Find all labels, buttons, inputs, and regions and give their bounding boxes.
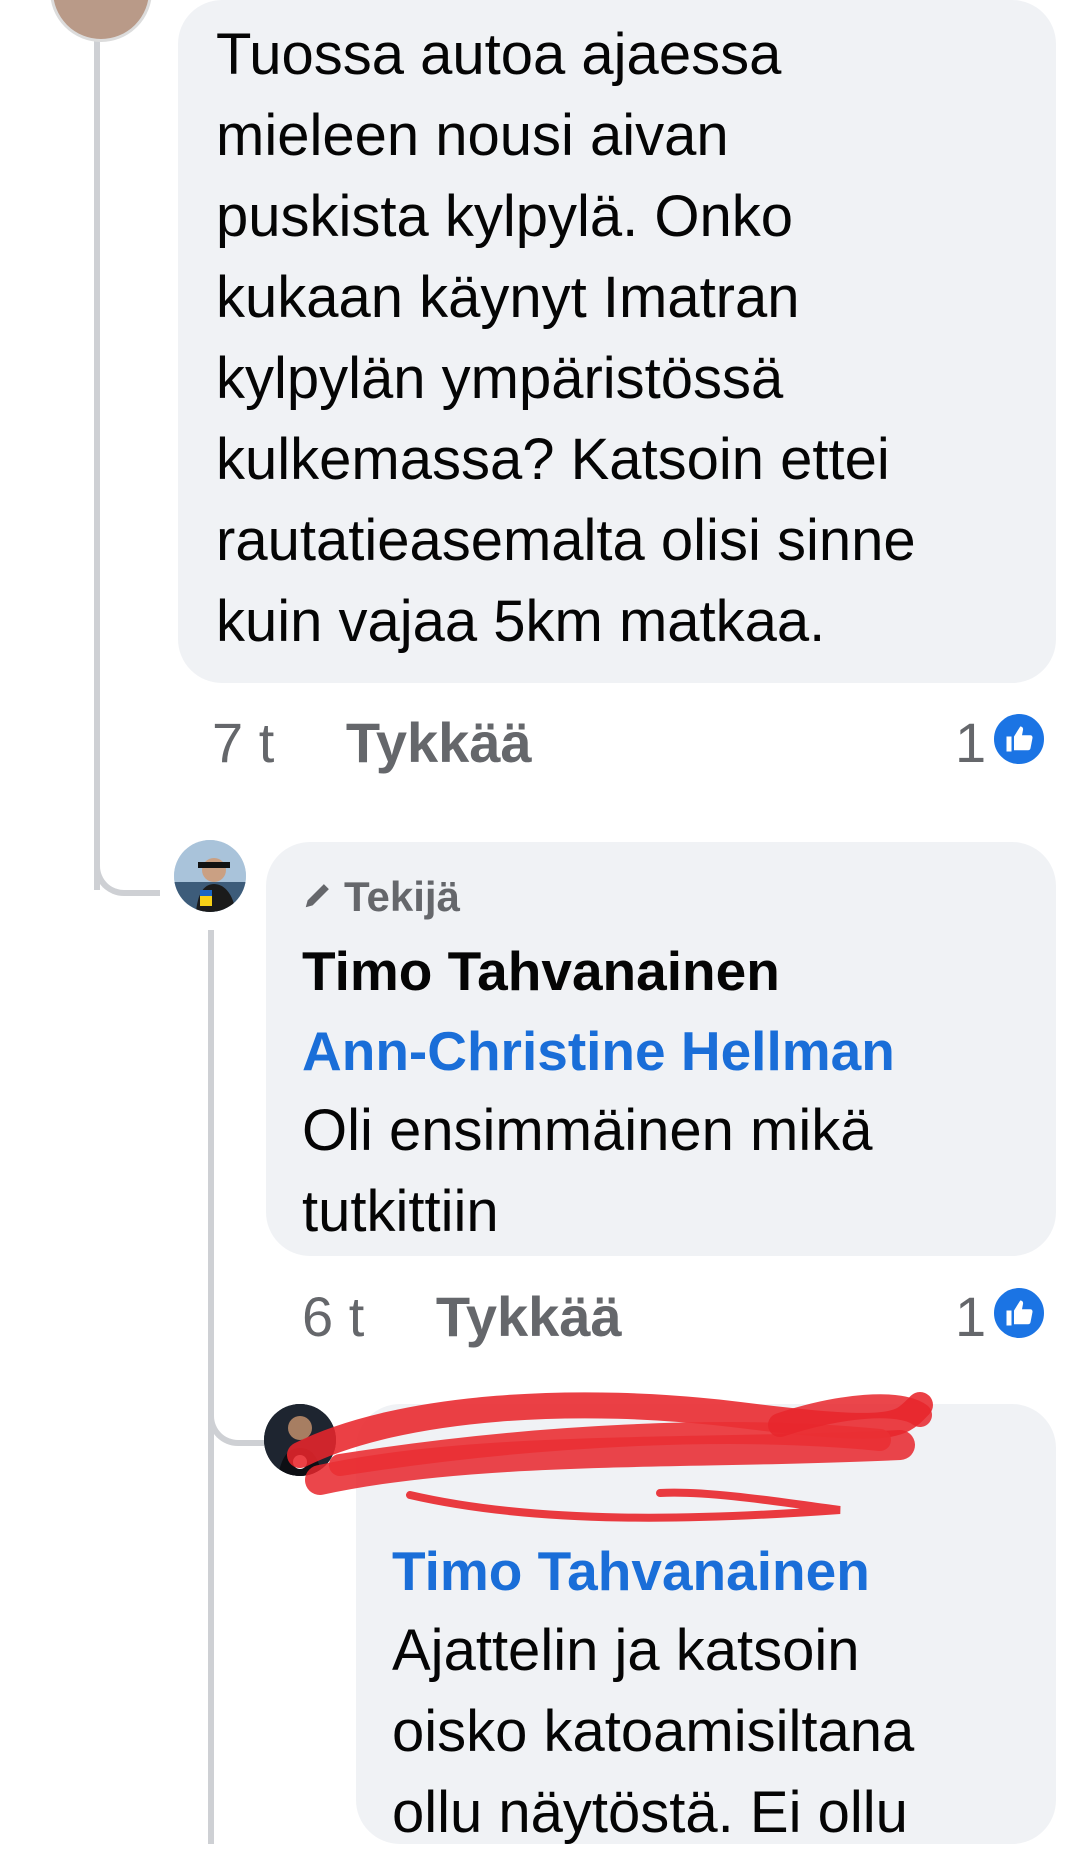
comment-text-line: Tuossa autoa ajaessa [216,22,782,87]
reply-meta: 6 t Tykkää [302,1282,1002,1352]
reply-text: Oli ensimmäinen mikä tutkittiin [302,1090,1042,1252]
comment-text-line: puskista kylpylä. Onko [216,184,794,249]
comment-meta: 7 t Tykkää [212,708,1052,778]
thread-curve-main [94,840,160,896]
thread-line-reply1 [208,930,214,1844]
reply-text-line: ollu näytöstä. Ei ollu [392,1780,908,1845]
reply-text-line: oisko katoamisiltana [392,1699,915,1764]
reply-author-name[interactable]: Timo Tahvanainen [302,932,780,1010]
reply-timestamp[interactable]: 6 t [302,1285,364,1348]
reply-text: Ajattelin ja katsoin oisko katoamisiltan… [392,1610,1042,1853]
comment-text-line: mieleen nousi aivan [216,103,729,168]
author-badge: Tekijä [302,872,460,922]
comment-text-line: kukaan käynyt Imatran [216,265,800,330]
reply-text-line: tutkittiin [302,1179,499,1244]
reaction-count[interactable]: 1 [955,708,986,778]
comment-text-line: rautatieasemalta olisi sinne [216,508,916,573]
comment-timestamp[interactable]: 7 t [212,711,274,774]
reply-text-line: Ajattelin ja katsoin [392,1618,860,1683]
pencil-icon [302,873,332,921]
reply-bubble: Tekijä Timo Tahvanainen Ann-Christine He… [266,842,1056,1256]
like-reaction-icon[interactable] [990,710,1048,768]
reply-mention[interactable]: Timo Tahvanainen [392,1532,870,1610]
comment-text-line: kulkemassa? Katsoin ettei [216,427,890,492]
reply-text-line: Oli ensimmäinen mikä [302,1098,873,1163]
comment-text-line: kylpylän ympäristössä [216,346,784,411]
like-button[interactable]: Tykkää [436,1285,622,1348]
like-button[interactable]: Tykkää [346,711,532,774]
comment-text-line: kuin vajaa 5km matkaa. [216,589,826,654]
redaction-scribble [287,1392,933,1522]
like-reaction-icon[interactable] [990,1284,1048,1342]
avatar-commenter[interactable] [50,0,152,42]
author-badge-label: Tekijä [344,873,460,920]
comment-text: Tuossa autoa ajaessa mieleen nousi aivan… [216,14,1046,662]
reply-mention[interactable]: Ann-Christine Hellman [302,1012,895,1090]
comment-bubble: Tuossa autoa ajaessa mieleen nousi aivan… [178,0,1056,683]
avatar-timo[interactable] [174,840,246,912]
thread-line-main [94,40,100,890]
reaction-count[interactable]: 1 [955,1282,986,1352]
